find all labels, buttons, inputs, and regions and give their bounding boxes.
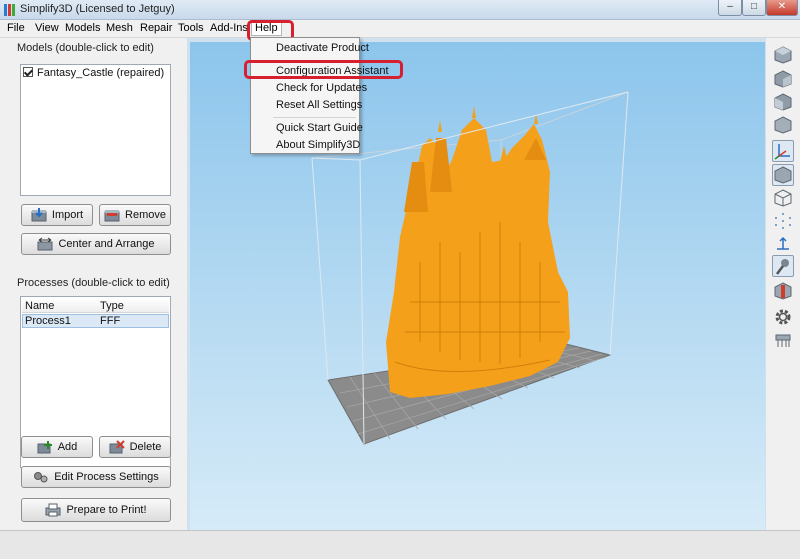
menu-repair[interactable]: Repair [140,22,172,34]
menu-item-deactivate-product[interactable]: Deactivate Product [252,40,369,57]
import-icon [31,208,47,222]
menu-item-about-simplify3d[interactable]: About Simplify3D [252,137,360,154]
gears-icon [33,470,49,484]
remove-button[interactable]: Remove [99,204,171,226]
processes-heading: Processes (double-click to edit) [17,277,170,289]
add-icon [37,440,53,454]
view-side-icon[interactable] [774,116,792,134]
normals-icon[interactable] [774,234,792,252]
delete-icon [109,440,125,454]
import-button[interactable]: Import [21,204,93,226]
import-label: Import [51,209,84,221]
configuration-assistant-highlight-outline [244,60,403,79]
add-label: Add [57,441,78,453]
window-title: Simplify3D (Licensed to Jetguy) [20,3,175,15]
view-front-icon[interactable] [774,46,792,64]
models-heading: Models (double-click to edit) [17,42,154,54]
view-back-icon[interactable] [774,70,792,88]
cross-section-icon[interactable] [774,282,792,300]
settings-gear-icon[interactable] [774,308,792,326]
column-type[interactable]: Type [100,300,124,312]
menu-file[interactable]: File [7,22,25,34]
menu-item-check-for-updates[interactable]: Check for Updates [252,80,367,97]
help-dropdown-menu: Deactivate Product Configuration Assista… [250,37,389,154]
close-button[interactable]: ✕ [766,0,798,16]
right-toolbar [766,38,800,530]
menu-mesh[interactable]: Mesh [106,22,133,34]
prepare-to-print-button[interactable]: Prepare to Print! [21,498,171,522]
menu-tools[interactable]: Tools [178,22,204,34]
menu-separator [273,117,356,118]
menu-models[interactable]: Models [65,22,100,34]
minimize-button[interactable]: – [718,0,742,16]
wireframe-icon[interactable] [774,189,792,207]
menu-item-quick-start-guide[interactable]: Quick Start Guide [252,120,363,137]
view-top-icon[interactable] [774,93,792,111]
models-list[interactable]: Fantasy_Castle (repaired) [20,64,171,196]
add-process-button[interactable]: Add [21,436,93,458]
model-visible-checkbox[interactable] [23,67,33,77]
axes-icon[interactable] [772,140,794,162]
edit-process-settings-button[interactable]: Edit Process Settings [21,466,171,488]
center-and-arrange-button[interactable]: Center and Arrange [21,233,171,255]
delete-process-button[interactable]: Delete [99,436,171,458]
remove-icon [104,208,120,222]
process-type-cell: FFF [100,315,121,327]
column-name[interactable]: Name [25,300,54,312]
points-icon[interactable] [774,212,792,230]
menu-bar: File View Models Mesh Repair Tools Add-I… [0,20,800,41]
remove-label: Remove [125,209,166,221]
menu-add-ins[interactable]: Add-Ins [210,22,248,34]
center-arrange-icon [37,237,53,251]
prepare-to-print-label: Prepare to Print! [66,504,147,516]
layout-icon[interactable] [774,332,792,350]
castle-model[interactable] [386,106,570,398]
menu-item-reset-all-settings[interactable]: Reset All Settings [252,97,362,114]
left-panel: Models (double-click to edit) Fantasy_Ca… [0,38,187,530]
delete-label: Delete [129,441,162,453]
printer-icon [45,503,61,517]
status-bar [0,530,800,559]
process-name-cell: Process1 [25,315,71,327]
processes-table-header: Name Type [22,298,169,313]
model-item[interactable]: Fantasy_Castle (repaired) [23,67,164,79]
solid-view-icon[interactable] [772,164,794,186]
table-row[interactable]: Process1 FFF [22,314,169,328]
center-and-arrange-label: Center and Arrange [58,238,155,250]
app-icon [4,4,16,16]
menu-view[interactable]: View [35,22,59,34]
edit-process-settings-label: Edit Process Settings [54,471,159,483]
model-item-label: Fantasy_Castle (repaired) [37,67,165,79]
maximize-button[interactable]: □ [742,0,766,16]
support-icon[interactable] [772,255,794,277]
title-bar: Simplify3D (Licensed to Jetguy) – □ ✕ [0,0,800,20]
